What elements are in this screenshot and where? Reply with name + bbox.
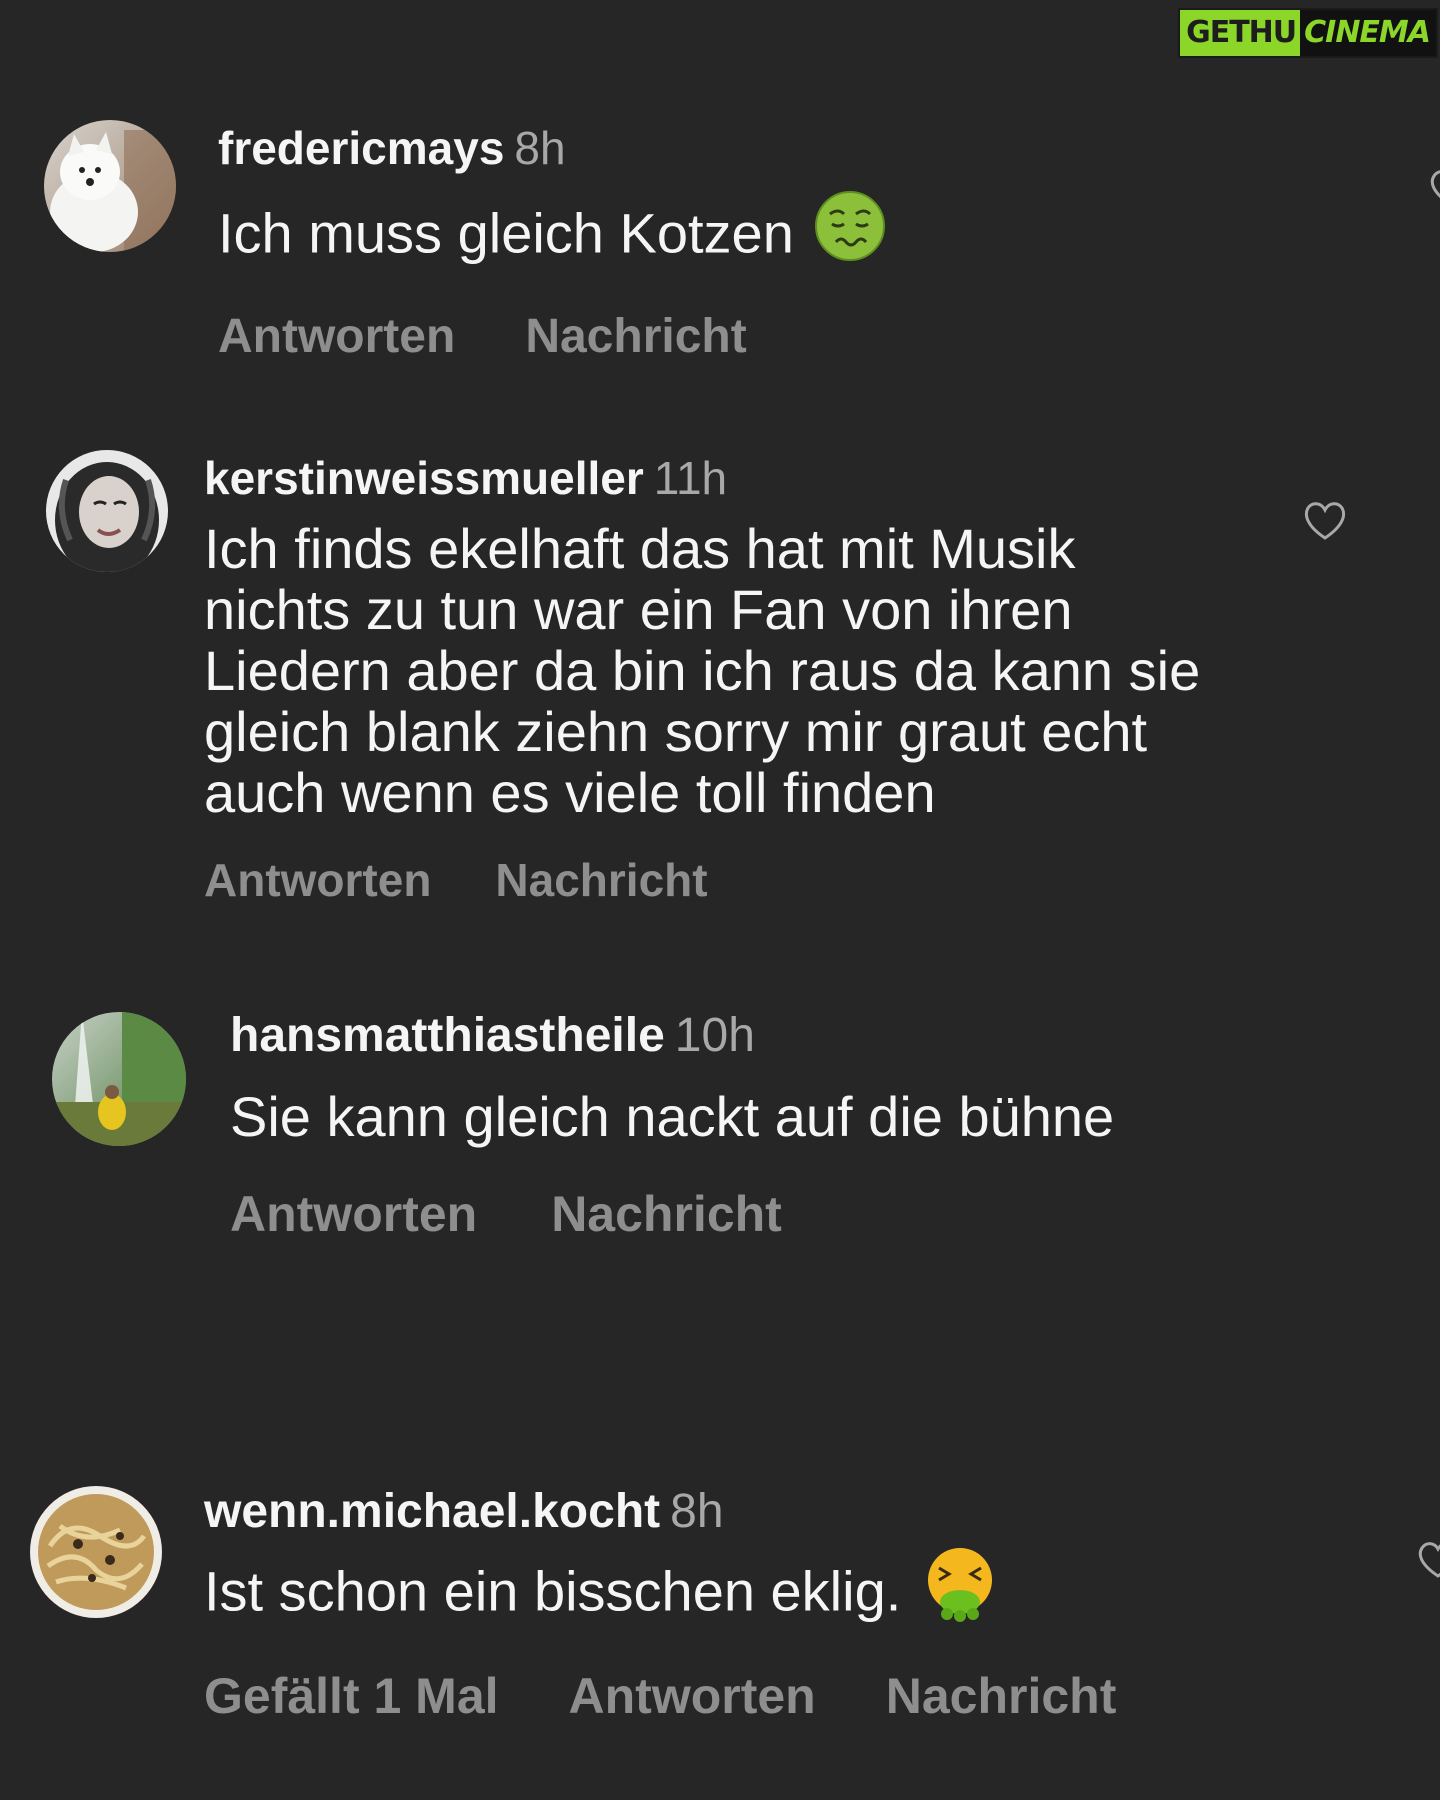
comment-text: Sie kann gleich nackt auf die bühne xyxy=(230,1085,1115,1148)
username[interactable]: hansmatthiastheile xyxy=(230,1009,665,1062)
username[interactable]: kerstinweissmueller xyxy=(204,452,644,504)
timestamp: 8h xyxy=(670,1485,724,1538)
watermark-logo: GETHU CINEMA xyxy=(1178,8,1438,58)
heart-icon[interactable] xyxy=(1302,500,1348,547)
avatar[interactable] xyxy=(44,120,176,252)
message-button[interactable]: Nachricht xyxy=(886,1667,1117,1725)
nauseated-face-icon xyxy=(814,190,886,273)
comment-text: Ich finds ekelhaft das hat mit Musik nic… xyxy=(204,517,1201,824)
username[interactable]: wenn.michael.kocht xyxy=(204,1485,660,1538)
vomiting-face-icon xyxy=(925,1546,995,1633)
reply-button[interactable]: Antworten xyxy=(569,1667,816,1725)
avatar[interactable] xyxy=(30,1486,162,1618)
message-button[interactable]: Nachricht xyxy=(551,1185,782,1243)
message-button[interactable]: Nachricht xyxy=(495,853,707,907)
avatar[interactable] xyxy=(46,450,168,572)
timestamp: 10h xyxy=(674,1009,755,1062)
watermark-right: CINEMA xyxy=(1300,10,1436,56)
comment-text: Ich muss gleich Kotzen xyxy=(218,201,794,265)
likes-count[interactable]: Gefällt 1 Mal xyxy=(204,1667,499,1725)
comment-text: Ist schon ein bisschen eklig. xyxy=(204,1559,902,1623)
timestamp: 8h xyxy=(514,122,566,174)
reply-button[interactable]: Antworten xyxy=(204,853,431,907)
watermark-left: GETHU xyxy=(1180,10,1301,56)
reply-button[interactable]: Antworten xyxy=(218,309,455,364)
avatar[interactable] xyxy=(52,1012,186,1146)
username[interactable]: fredericmays xyxy=(218,122,504,174)
heart-icon[interactable] xyxy=(1428,168,1440,208)
timestamp: 11h xyxy=(653,452,728,504)
reply-button[interactable]: Antworten xyxy=(230,1185,477,1243)
message-button[interactable]: Nachricht xyxy=(525,309,746,364)
heart-icon[interactable] xyxy=(1416,1540,1440,1580)
